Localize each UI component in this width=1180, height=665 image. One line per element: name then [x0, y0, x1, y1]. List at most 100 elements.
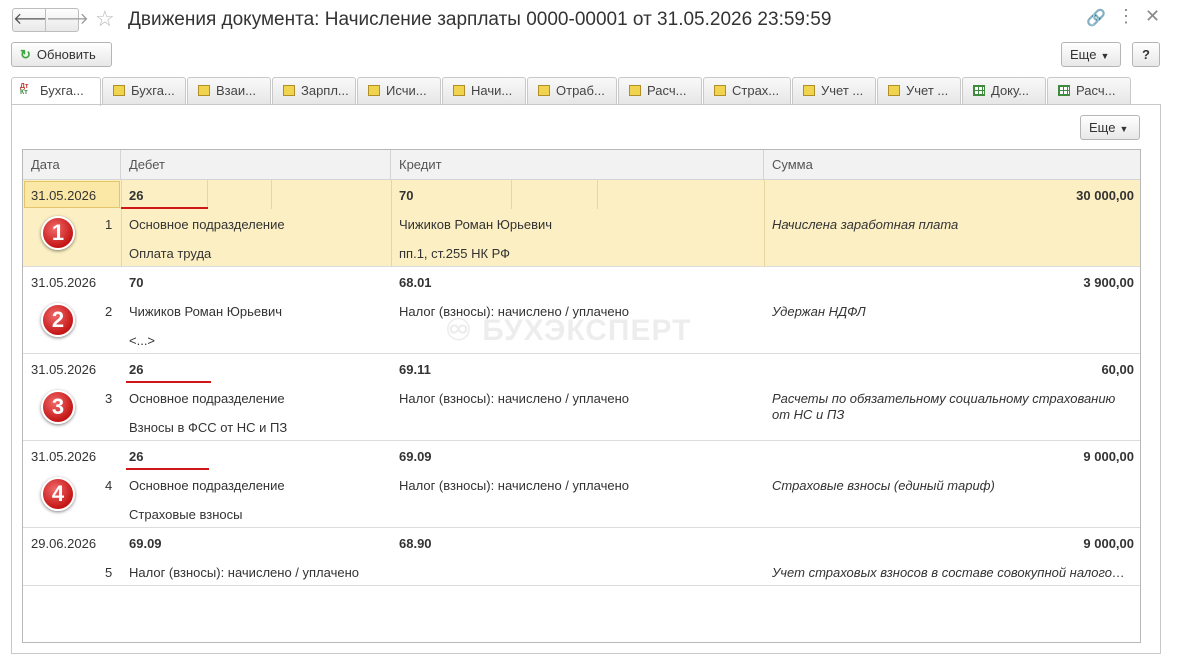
entry-content: Начислена заработная плата — [772, 217, 959, 232]
register-icon — [538, 85, 550, 96]
register-icon — [888, 85, 900, 96]
row-number: 3 — [105, 391, 113, 406]
step-number-badge: 1 — [41, 216, 75, 250]
window-title: Движения документа: Начисление зарплаты … — [128, 9, 832, 30]
debit-account: 26 — [129, 188, 144, 203]
caret-down-icon: ▼ — [1100, 51, 1110, 61]
highlight-underline — [126, 468, 209, 470]
row-amount: 30 000,00 — [1076, 188, 1134, 203]
highlight-underline — [126, 381, 211, 383]
debit-subconto-2: Оплата труда — [129, 246, 212, 261]
row-date: 31.05.2026 — [31, 188, 97, 203]
more-label: Еще — [1070, 47, 1097, 62]
register-icon — [803, 85, 815, 96]
debit-subconto-2: Страховые взносы — [129, 507, 243, 522]
debit-account: 69.09 — [129, 536, 162, 551]
row-number: 2 — [105, 304, 113, 319]
link-icon[interactable]: 🔗 — [1086, 8, 1106, 28]
table-icon — [973, 85, 985, 96]
more-button[interactable]: Еще ▼ — [1061, 42, 1121, 67]
row-amount: 3 900,00 — [1083, 275, 1134, 290]
more-menu-icon[interactable]: ⋮ — [1117, 6, 1135, 27]
column-header-date[interactable]: Дата — [23, 150, 121, 180]
tab-3[interactable]: Зарпл... — [272, 77, 356, 104]
tab-9[interactable]: Учет ... — [792, 77, 876, 104]
step-number-badge: 3 — [41, 390, 75, 424]
tab-1[interactable]: Бухга... — [102, 77, 186, 104]
cell-divider — [271, 180, 272, 209]
credit-subconto-2: пп.1, ст.255 НК РФ — [399, 246, 511, 261]
cell-divider — [391, 180, 392, 267]
table-row[interactable]: 31.05.2026 3 26 Основное подразделение Взнос… — [23, 354, 1140, 441]
tab-2[interactable]: Взаи... — [187, 77, 271, 104]
credit-account: 69.09 — [399, 449, 432, 464]
register-icon — [283, 85, 295, 96]
tab-5[interactable]: Начи... — [442, 77, 526, 104]
cell-divider — [207, 180, 208, 209]
close-icon[interactable]: ✕ — [1145, 6, 1160, 27]
help-button[interactable]: ? — [1132, 42, 1160, 67]
refresh-label: Обновить — [36, 47, 96, 62]
tab-label: Учет ... — [906, 83, 949, 98]
tab-label: Доку... — [991, 83, 1030, 98]
table-more-button[interactable]: Еще ▼ — [1080, 115, 1140, 140]
row-amount: 60,00 — [1101, 362, 1134, 377]
row-amount: 9 000,00 — [1083, 449, 1134, 464]
register-icon — [198, 85, 210, 96]
caret-down-icon: ▼ — [1119, 124, 1129, 134]
tab-12[interactable]: Расч... — [1047, 77, 1131, 104]
tab-0[interactable]: Дт Кт Бухга... — [11, 77, 101, 106]
tab-label: Начи... — [471, 83, 513, 98]
step-number-badge: 2 — [41, 303, 75, 337]
star-icon[interactable]: ☆ — [95, 6, 115, 32]
column-header-debit[interactable]: Дебет — [121, 150, 391, 180]
table-more-label: Еще — [1089, 120, 1116, 135]
tab-7[interactable]: Расч... — [618, 77, 702, 104]
dt-kt-icon: Дт Кт — [20, 83, 32, 96]
credit-account: 70 — [399, 188, 414, 203]
row-number: 4 — [105, 478, 113, 493]
arrow-right-icon: 🡒 — [46, 11, 89, 28]
debit-subconto-1: Налог (взносы): начислено / уплачено — [129, 565, 359, 580]
credit-subconto-1: Чижиков Роман Юрьевич — [399, 217, 553, 232]
tab-4[interactable]: Исчи... — [357, 77, 441, 104]
debit-account: 26 — [129, 362, 144, 377]
tab-10[interactable]: Учет ... — [877, 77, 961, 104]
column-header-amount[interactable]: Сумма — [764, 150, 1140, 180]
row-date: 31.05.2026 — [31, 362, 97, 377]
register-icon — [113, 85, 125, 96]
kt-label: Кт — [20, 89, 28, 96]
debit-subconto-2: <...> — [129, 333, 156, 348]
back-button[interactable]: 🡐 — [12, 8, 56, 32]
row-number: 1 — [105, 217, 113, 232]
row-date: 29.06.2026 — [31, 536, 97, 551]
register-icon — [714, 85, 726, 96]
entries-table[interactable]: Дата Дебет Кредит Сумма 31.05.2026 1 26 Осн… — [22, 149, 1141, 643]
debit-subconto-1: Основное подразделение — [129, 391, 285, 406]
table-row[interactable]: 31.05.2026 4 26 Основное подразделение Страх… — [23, 441, 1140, 528]
credit-subconto-1: Налог (взносы): начислено / уплачено — [399, 478, 629, 493]
register-icon — [453, 85, 465, 96]
table-row[interactable]: 31.05.2026 1 26 Основное подразделение Оплат… — [23, 180, 1140, 267]
watermark: ♾ БУХЭКСПЕРТ — [445, 314, 692, 347]
tab-6[interactable]: Отраб... — [527, 77, 617, 104]
tab-label: Зарпл... — [301, 83, 349, 98]
cell-divider — [511, 180, 512, 209]
debit-subconto-1: Основное подразделение — [129, 217, 285, 232]
row-date: 31.05.2026 — [31, 449, 97, 464]
tab-8[interactable]: Страх... — [703, 77, 791, 104]
refresh-button[interactable]: ↻ Обновить — [11, 42, 112, 67]
table-row[interactable]: 29.06.2026 5 69.09 Налог (взносы): начислен… — [23, 528, 1140, 586]
forward-button[interactable]: 🡒 — [45, 8, 89, 32]
tab-11[interactable]: Доку... — [962, 77, 1046, 104]
entry-content: Страховые взносы (единый тариф) — [772, 478, 995, 493]
column-header-credit[interactable]: Кредит — [391, 150, 764, 180]
debit-account: 26 — [129, 449, 144, 464]
credit-account: 68.01 — [399, 275, 432, 290]
debit-subconto-1: Основное подразделение — [129, 478, 285, 493]
tab-label: Учет ... — [821, 83, 864, 98]
step-number-badge: 4 — [41, 477, 75, 511]
register-icon — [368, 85, 380, 96]
debit-account: 70 — [129, 275, 144, 290]
table-icon — [1058, 85, 1070, 96]
